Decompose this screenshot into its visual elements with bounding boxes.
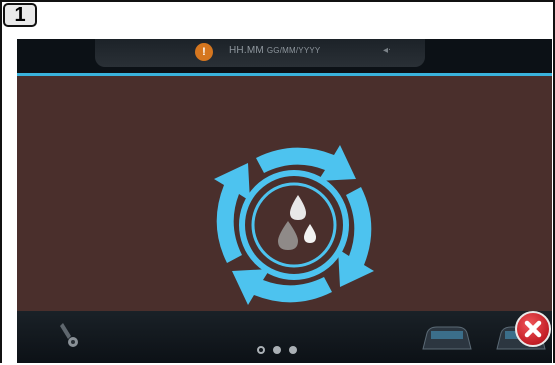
speaker-muted-icon: ◂ᐧ bbox=[383, 45, 391, 56]
page-indicator bbox=[257, 341, 305, 359]
infotainment-screen: ! HH.MM GG/MM/YYYY ◂ᐧ bbox=[17, 39, 552, 363]
close-icon bbox=[524, 320, 542, 338]
warning-icon[interactable]: ! bbox=[195, 43, 213, 61]
step-number-badge: 1 bbox=[3, 3, 37, 27]
date-time-display: HH.MM GG/MM/YYYY bbox=[229, 45, 320, 56]
fluid-check-popup bbox=[17, 73, 552, 311]
page-dot-1[interactable] bbox=[257, 346, 265, 354]
date-text: GG/MM/YYYY bbox=[266, 46, 321, 55]
status-bar: ! HH.MM GG/MM/YYYY ◂ᐧ bbox=[95, 39, 425, 67]
fluid-cycle-icon bbox=[214, 145, 374, 305]
close-button[interactable] bbox=[515, 311, 551, 347]
time-text: HH.MM bbox=[229, 45, 264, 56]
status-indicator-dots bbox=[282, 66, 304, 79]
tool-icon[interactable] bbox=[57, 320, 89, 354]
page-dot-3[interactable] bbox=[289, 346, 297, 354]
page-dot-2[interactable] bbox=[273, 346, 281, 354]
